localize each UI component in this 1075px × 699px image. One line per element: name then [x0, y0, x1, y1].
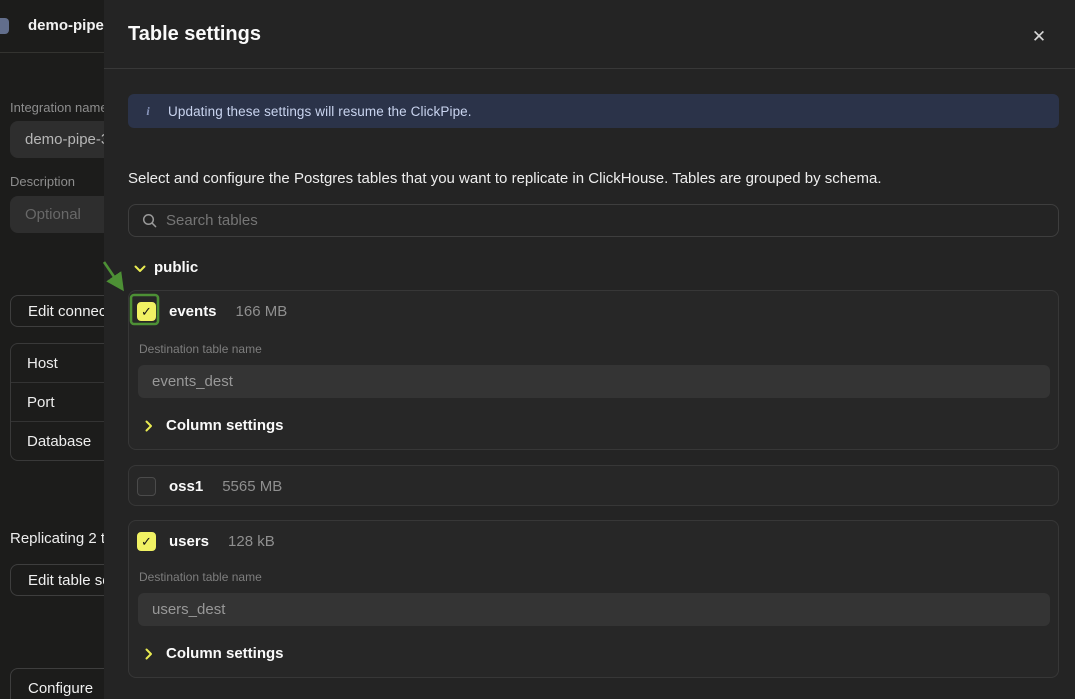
- column-settings-label: Column settings: [166, 417, 284, 434]
- table-size: 128 kB: [228, 533, 275, 550]
- chevron-right-icon: [145, 648, 153, 660]
- close-icon[interactable]: ✕: [1027, 25, 1051, 49]
- info-banner: i Updating these settings will resume th…: [128, 94, 1059, 128]
- search-box: [128, 204, 1059, 237]
- info-banner-text: Updating these settings will resume the …: [168, 104, 472, 119]
- column-settings-label: Column settings: [166, 645, 284, 662]
- destination-table-input-events[interactable]: [138, 365, 1050, 398]
- schema-name: public: [154, 259, 198, 276]
- modal-description: Select and configure the Postgres tables…: [128, 170, 882, 187]
- chevron-down-icon: [134, 265, 146, 273]
- integration-name-label: Integration name: [10, 100, 108, 115]
- table-card-oss1: oss1 5565 MB: [128, 465, 1059, 506]
- modal-header-divider: [104, 68, 1075, 69]
- table-card-events: ✓ events 166 MB Destination table name C…: [128, 290, 1059, 450]
- column-settings-toggle-events[interactable]: Column settings: [145, 417, 284, 434]
- table-size: 166 MB: [236, 303, 288, 320]
- info-icon: i: [128, 104, 168, 119]
- table-row: oss1 5565 MB: [137, 477, 282, 496]
- table-settings-modal: Table settings ✕ i Updating these settin…: [104, 0, 1075, 699]
- search-icon: [142, 213, 157, 228]
- screen: demo-pipe-3 Integration name Description…: [0, 0, 1075, 699]
- description-label: Description: [10, 174, 75, 189]
- table-row: ✓ events 166 MB: [137, 302, 287, 321]
- table-card-users: ✓ users 128 kB Destination table name Co…: [128, 520, 1059, 678]
- table-name: events: [169, 303, 217, 320]
- checkbox-oss1[interactable]: [137, 477, 156, 496]
- search-input[interactable]: [166, 212, 1058, 229]
- pipe-logo-icon: [0, 18, 9, 34]
- checkbox-events[interactable]: ✓: [137, 302, 156, 321]
- schema-group-public[interactable]: public: [128, 259, 198, 276]
- chevron-right-icon: [145, 420, 153, 432]
- table-row: ✓ users 128 kB: [137, 532, 275, 551]
- column-settings-toggle-users[interactable]: Column settings: [145, 645, 284, 662]
- page-header-divider: [0, 52, 112, 53]
- table-name: oss1: [169, 478, 203, 495]
- table-size: 5565 MB: [222, 478, 282, 495]
- modal-title: Table settings: [128, 23, 261, 46]
- checkbox-users[interactable]: ✓: [137, 532, 156, 551]
- destination-table-label: Destination table name: [139, 570, 262, 584]
- destination-table-label: Destination table name: [139, 342, 262, 356]
- replicating-tables-text: Replicating 2 t: [10, 530, 105, 547]
- destination-table-input-users[interactable]: [138, 593, 1050, 626]
- table-name: users: [169, 533, 209, 550]
